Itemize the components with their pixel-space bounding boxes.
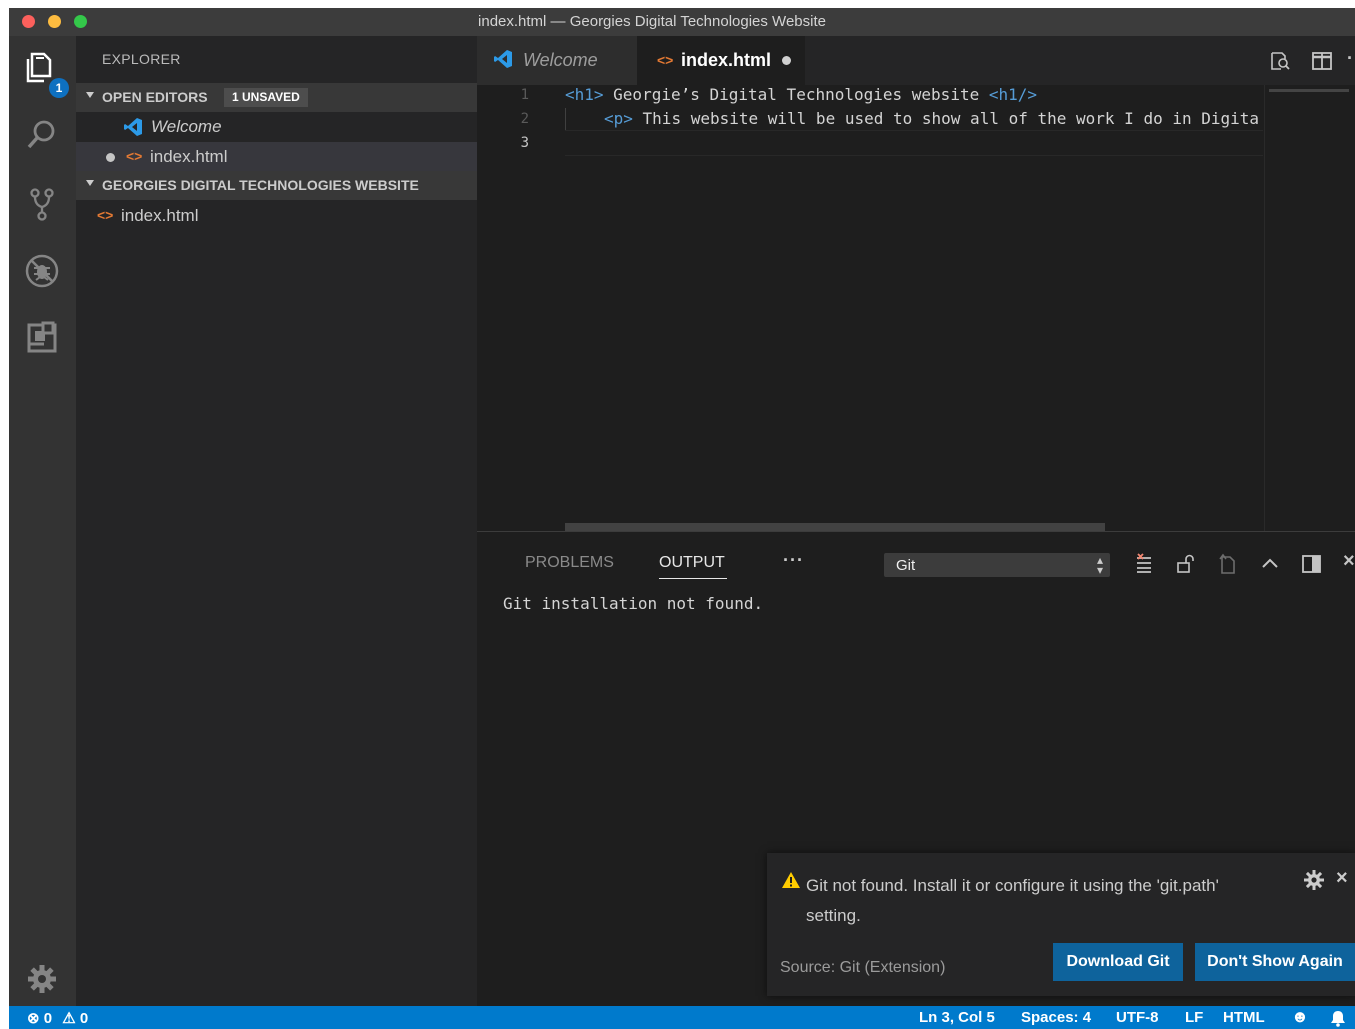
unsaved-badge: 1 UNSAVED: [224, 88, 308, 107]
activity-bar: 1: [9, 36, 76, 1006]
output-channel-value: Git: [896, 557, 916, 574]
open-preview-icon[interactable]: [1269, 50, 1291, 72]
code-line-1: <h1> Georgie’s Digital Technologies webs…: [565, 85, 1037, 104]
vscode-logo-icon: [124, 118, 142, 136]
html-file-icon: <>: [126, 148, 143, 164]
code-text: Georgie’s Digital Technologies website: [603, 85, 989, 104]
activity-search[interactable]: [19, 112, 65, 158]
indent-guide: [565, 108, 566, 130]
close-panel-icon[interactable]: ×: [1343, 550, 1355, 573]
warning-icon: [782, 872, 800, 888]
tab-index-label: index.html: [681, 50, 772, 70]
eol-status[interactable]: LF: [1185, 1009, 1203, 1026]
open-editors-header[interactable]: OPEN EDITORS 1 UNSAVED: [76, 83, 477, 112]
open-editor-index-label: index.html: [150, 147, 228, 166]
notification-source: Source: Git (Extension): [780, 959, 946, 976]
sidebar-title: EXPLORER: [102, 51, 181, 67]
warning-icon: ⚠: [62, 1010, 76, 1027]
chevron-down-icon: [86, 92, 94, 98]
output-text: Git installation not found.: [503, 594, 764, 613]
activity-source-control[interactable]: [19, 181, 65, 227]
horizontal-scrollbar[interactable]: [565, 523, 1105, 531]
open-editors-label: OPEN EDITORS: [102, 89, 208, 105]
unsaved-dot-icon: [106, 153, 115, 162]
download-git-button[interactable]: Download Git: [1053, 943, 1183, 981]
indentation-status[interactable]: Spaces: 4: [1021, 1009, 1091, 1026]
feedback-smiley-icon[interactable]: ☻: [1291, 1007, 1309, 1027]
tab-welcome-label: Welcome: [523, 50, 598, 70]
gear-icon: [28, 965, 56, 993]
open-editor-welcome-label: Welcome: [151, 117, 222, 136]
error-icon: ⊗: [27, 1010, 40, 1027]
line-number: 1: [520, 87, 529, 103]
file-index-html[interactable]: <> index.html: [76, 201, 477, 230]
code-line-2: <p> This website will be used to show al…: [604, 109, 1259, 128]
lock-scroll-icon[interactable]: [1175, 553, 1197, 575]
warning-count: 0: [79, 1010, 89, 1027]
select-arrows-icon: ▴ ▾: [1096, 553, 1103, 577]
line-number: 3: [520, 135, 529, 151]
folder-label: GEORGIES DIGITAL TECHNOLOGIES WEBSITE: [102, 177, 419, 193]
chevron-down-icon: [86, 180, 94, 186]
editor-tabs: Welcome <> index.html ·: [477, 36, 1355, 85]
code-tag: <h1>: [565, 85, 604, 104]
current-line-highlight: [565, 130, 1263, 156]
vscode-window: index.html — Georgies Digital Technologi…: [9, 8, 1355, 1029]
gear-icon[interactable]: [1303, 869, 1325, 891]
more-actions-icon[interactable]: ·: [1347, 48, 1353, 69]
status-bar: ⊗ 0 ⚠ 0 Ln 3, Col 5 Spaces: 4 UTF-8 LF H…: [9, 1006, 1355, 1029]
code-text: This website will be used to show all of…: [632, 109, 1260, 128]
activity-explorer[interactable]: 1: [19, 44, 69, 98]
language-mode[interactable]: HTML: [1223, 1009, 1265, 1026]
window-title: index.html — Georgies Digital Technologi…: [478, 13, 826, 30]
problems-status[interactable]: ⊗ 0 ⚠ 0: [27, 1009, 88, 1027]
more-panels-button[interactable]: ···: [783, 550, 804, 571]
dont-show-again-button[interactable]: Don't Show Again: [1195, 943, 1355, 981]
unsaved-dot-icon[interactable]: [782, 56, 791, 65]
minimap-slice: [1269, 89, 1349, 92]
active-tab-indicator: [659, 578, 727, 579]
code-tag: <h1/>: [988, 85, 1038, 104]
cursor-position[interactable]: Ln 3, Col 5: [919, 1009, 995, 1026]
clear-output-icon[interactable]: [1133, 553, 1155, 575]
vscode-logo-icon: [494, 50, 512, 68]
title-bar: index.html — Georgies Digital Technologi…: [9, 8, 1355, 36]
open-log-file-icon[interactable]: [1217, 553, 1239, 575]
tab-index-html[interactable]: <> index.html: [637, 36, 805, 85]
tab-problems[interactable]: PROBLEMS: [525, 554, 614, 572]
git-notification: Git not found. Install it or configure i…: [767, 853, 1355, 996]
tab-output[interactable]: OUTPUT: [659, 554, 725, 572]
code-editor[interactable]: 1 2 3 <h1> Georgie’s Digital Technologie…: [477, 85, 1355, 531]
html-file-icon: <>: [657, 52, 674, 68]
file-index-label: index.html: [121, 206, 199, 225]
split-editor-icon[interactable]: [1311, 50, 1333, 72]
source-control-icon: [30, 188, 54, 221]
minimap[interactable]: [1264, 85, 1355, 531]
activity-extensions[interactable]: [19, 315, 65, 361]
activity-manage[interactable]: [19, 956, 65, 1002]
encoding-status[interactable]: UTF-8: [1116, 1009, 1159, 1026]
folder-header[interactable]: GEORGIES DIGITAL TECHNOLOGIES WEBSITE: [76, 171, 477, 200]
maximize-panel-icon[interactable]: [1259, 553, 1281, 575]
code-tag: <p>: [604, 109, 633, 128]
activity-debug[interactable]: [19, 248, 65, 294]
close-icon[interactable]: ×: [1336, 867, 1348, 890]
line-number: 2: [520, 111, 529, 127]
extensions-icon: [27, 321, 57, 353]
explorer-badge: 1: [49, 78, 69, 98]
output-channel-select[interactable]: Git ▴ ▾: [884, 553, 1110, 577]
explorer-sidebar: EXPLORER OPEN EDITORS 1 UNSAVED Welcome …: [76, 36, 477, 1006]
html-file-icon: <>: [97, 207, 114, 223]
open-editor-index[interactable]: <> index.html: [76, 142, 477, 171]
notifications-bell-icon[interactable]: [1329, 1009, 1347, 1027]
open-editor-welcome[interactable]: Welcome: [76, 112, 477, 141]
notification-message: Git not found. Install it or configure i…: [806, 876, 1219, 925]
tab-welcome[interactable]: Welcome: [477, 36, 637, 85]
toggle-panel-position-icon[interactable]: [1301, 553, 1323, 575]
debug-icon: [25, 254, 59, 288]
error-count: 0: [43, 1010, 53, 1027]
search-icon: [27, 120, 55, 149]
